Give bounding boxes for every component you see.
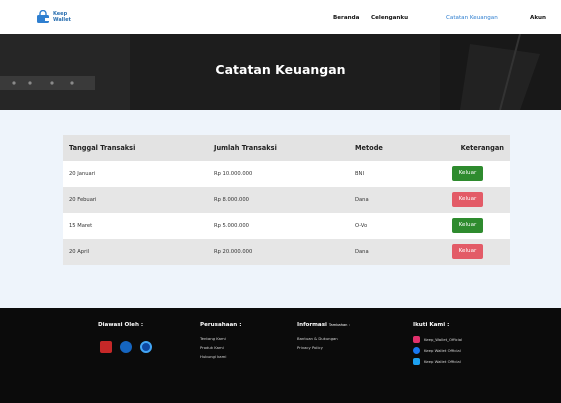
header-keterangan: Keterangan <box>460 144 504 152</box>
link-hubungi-kami[interactable]: Hubungi kami <box>200 354 241 359</box>
company-title: Perusahaan : <box>200 322 242 328</box>
bi-logo-icon <box>120 340 133 353</box>
wallet-lock-icon[interactable] <box>36 10 50 24</box>
cell-amount: Rp 10.000.000 <box>214 171 253 177</box>
table-row: 20 Januari Rp 10.000.000 BNI Keluar <box>63 161 510 187</box>
nav-celenganku[interactable]: Celenganku <box>371 15 408 21</box>
status-keluar-button[interactable]: Keluar <box>452 218 483 233</box>
facebook-icon <box>413 347 420 354</box>
footer-company: Perusahaan : Tentang Kami Produk Kami Hu… <box>200 322 241 363</box>
hero-banner: Catatan Keuangan <box>0 34 561 110</box>
info-title: Informasi Tambahan : <box>297 322 350 328</box>
header-jumlah: Jumlah Transaksi <box>214 144 277 152</box>
table-row: 15 Maret Rp 5.000.000 O-Vo Keluar <box>63 213 510 239</box>
page-title: Catatan Keuangan <box>215 62 346 77</box>
footer-sponsors: Diawasi Oleh : <box>98 322 155 355</box>
cell-date: 20 April <box>69 249 90 255</box>
table-row: 20 Febuari Rp 8.000.000 Dana Keluar <box>63 187 510 213</box>
brand-line-2: Wallet <box>53 17 71 23</box>
table-row: 20 April Rp 20.000.000 Dana Keluar <box>63 239 510 265</box>
nav-akun[interactable]: Akun <box>530 15 546 21</box>
footer-social: Ikuti Kami : Keep_Wallet_Official Keep W… <box>413 322 462 369</box>
status-keluar-button[interactable]: Keluar <box>452 244 483 259</box>
info-title-small: Tambahan : <box>328 323 350 327</box>
cell-method: BNI <box>355 171 364 177</box>
ojk-logo-icon <box>100 340 112 353</box>
transactions-table: Tanggal Transaksi Jumlah Transaksi Metod… <box>63 135 510 265</box>
cell-amount: Rp 20.000.000 <box>214 249 253 255</box>
cell-date: 20 Febuari <box>69 197 97 203</box>
cell-method: O-Vo <box>355 223 368 229</box>
social-title: Ikuti Kami : <box>413 322 450 328</box>
status-keluar-button[interactable]: Keluar <box>452 192 483 207</box>
table-header-row: Tanggal Transaksi Jumlah Transaksi Metod… <box>63 135 510 161</box>
link-privacy-policy[interactable]: Privacy Policy <box>297 345 350 350</box>
social-label: Keep Wallet Official <box>424 359 461 364</box>
cell-amount: Rp 5.000.000 <box>214 223 249 229</box>
social-label: Keep_Wallet_Official <box>424 337 463 342</box>
footer-info: Informasi Tambahan : Bantuan & Dukungan … <box>297 322 350 354</box>
link-bantuan[interactable]: Bantuan & Dukungan <box>297 336 350 341</box>
nav-beranda[interactable]: Beranda <box>333 15 359 21</box>
sponsors-title: Diawasi Oleh : <box>98 322 144 328</box>
instagram-icon <box>413 336 420 343</box>
link-tentang-kami[interactable]: Tentang Kami <box>200 336 241 341</box>
status-keluar-button[interactable]: Keluar <box>452 166 483 181</box>
link-produk-kami[interactable]: Produk Kami <box>200 345 241 350</box>
cell-date: 15 Maret <box>69 223 93 229</box>
social-link-facebook[interactable]: Keep Wallet Official <box>413 347 462 354</box>
header-tanggal: Tanggal Transaksi <box>69 144 136 152</box>
main-content: Tanggal Transaksi Jumlah Transaksi Metod… <box>0 110 561 308</box>
header-metode: Metode <box>355 144 383 152</box>
cell-method: Dana <box>355 197 369 203</box>
cell-method: Dana <box>355 249 369 255</box>
lps-logo-icon <box>140 340 153 353</box>
cell-date: 20 Januari <box>69 171 96 177</box>
footer: Diawasi Oleh : Perusahaan : Tentang Kami… <box>0 308 561 403</box>
top-navbar: Keep Wallet Beranda Celenganku Catatan K… <box>0 0 561 34</box>
twitter-icon <box>413 358 420 365</box>
social-label: Keep Wallet Official <box>424 348 461 353</box>
info-title-main: Informasi <box>297 322 327 328</box>
social-link-twitter[interactable]: Keep Wallet Official <box>413 358 462 365</box>
cell-amount: Rp 8.000.000 <box>214 197 249 203</box>
nav-catatan-keuangan[interactable]: Catatan Keuangan <box>446 15 498 21</box>
brand-name[interactable]: Keep Wallet <box>53 11 71 23</box>
social-link-instagram[interactable]: Keep_Wallet_Official <box>413 336 462 343</box>
